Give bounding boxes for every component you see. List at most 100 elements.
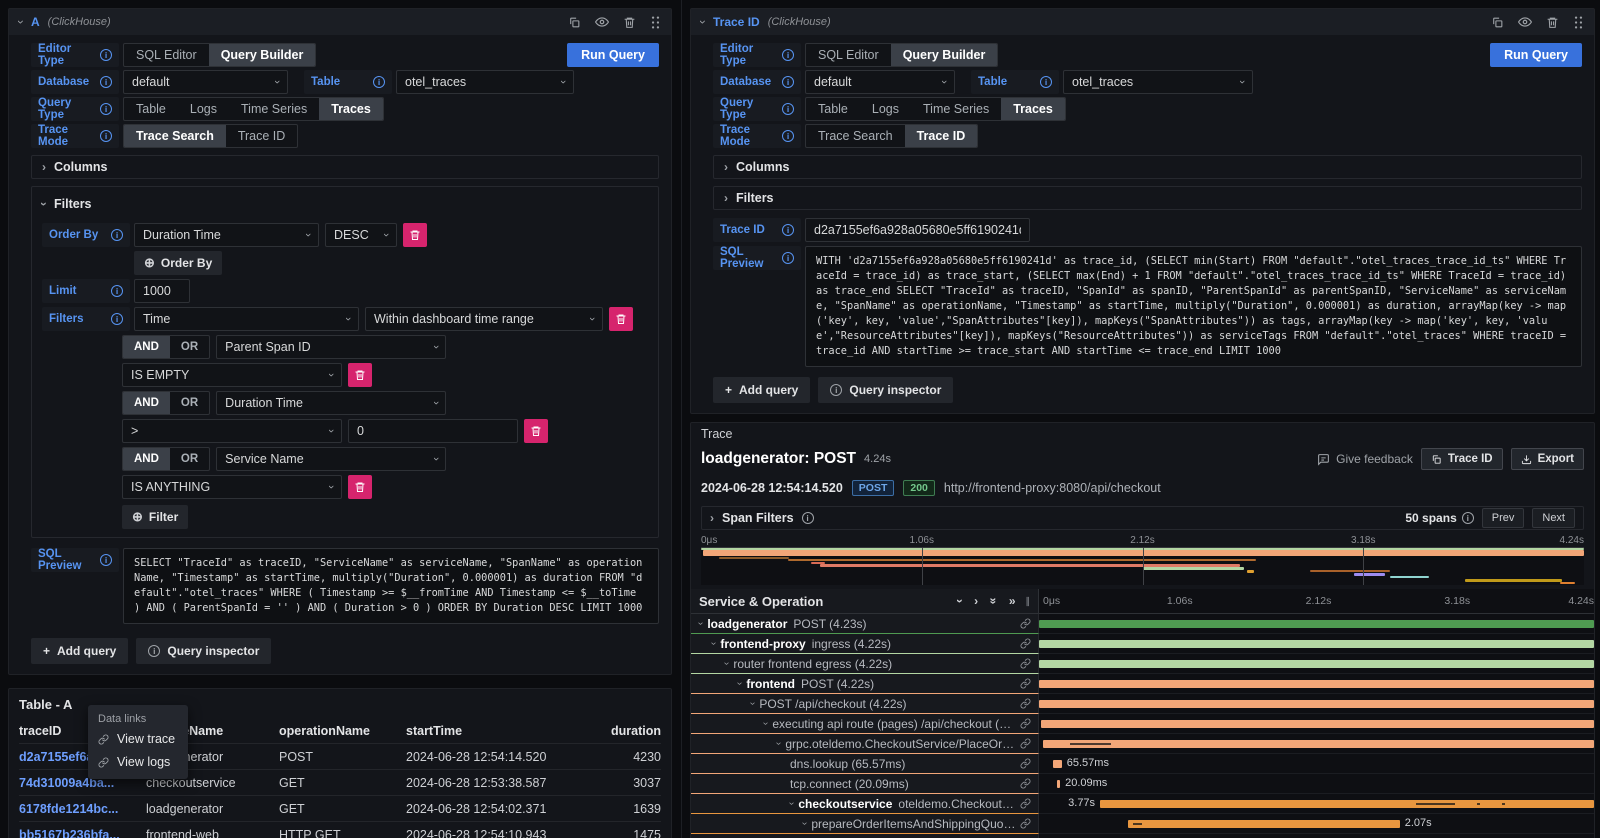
and-option[interactable]: AND bbox=[123, 448, 170, 470]
filter-time-field-select[interactable]: Time› bbox=[134, 307, 359, 331]
trash-icon[interactable] bbox=[623, 16, 636, 29]
span-bar[interactable] bbox=[1039, 640, 1594, 648]
drag-handle-icon[interactable] bbox=[1573, 16, 1584, 29]
chevron-down-icon[interactable]: › bbox=[773, 742, 784, 745]
column-resize-handle[interactable]: ∥ bbox=[1026, 596, 1031, 607]
span-bar-cell[interactable] bbox=[1039, 694, 1594, 714]
remove-filter-button[interactable] bbox=[524, 419, 548, 443]
filter-time-value-select[interactable]: Within dashboard time range› bbox=[365, 307, 603, 331]
span-bar[interactable] bbox=[1057, 780, 1060, 788]
minimap-canvas[interactable] bbox=[701, 547, 1584, 585]
data-link-item[interactable]: View logs bbox=[98, 755, 178, 769]
eye-icon[interactable] bbox=[1518, 15, 1532, 29]
span-link-icon[interactable] bbox=[1016, 758, 1038, 769]
span-bar-cell[interactable]: 65.57ms bbox=[1039, 754, 1594, 774]
trace-mode-search[interactable]: Trace Search bbox=[124, 125, 226, 147]
database-select[interactable]: default› bbox=[805, 70, 955, 94]
add-query-button[interactable]: +Add query bbox=[713, 377, 810, 403]
query-type-logs[interactable]: Logs bbox=[860, 98, 911, 120]
query-type-timeseries[interactable]: Time Series bbox=[911, 98, 1001, 120]
query-type-table[interactable]: Table bbox=[806, 98, 860, 120]
filter-operator-select[interactable]: >› bbox=[122, 419, 342, 443]
span-link-icon[interactable] bbox=[1016, 718, 1038, 729]
trace-minimap[interactable]: 0μs1.06s2.12s3.18s4.24s bbox=[701, 535, 1584, 585]
order-by-field-select[interactable]: Duration Time› bbox=[134, 223, 319, 247]
and-option[interactable]: AND bbox=[123, 336, 170, 358]
span-bar-cell[interactable]: 3.77s bbox=[1039, 794, 1594, 814]
span-name-cell[interactable]: ›router frontend egress (4.22s) bbox=[691, 654, 1039, 674]
span-bar-cell[interactable]: 2.07s bbox=[1039, 814, 1594, 834]
sql-editor-option[interactable]: SQL Editor bbox=[806, 44, 891, 66]
or-option[interactable]: OR bbox=[170, 392, 209, 414]
span-name-cell[interactable]: ›oteldemo.CartService/GetCart (23.22ms) bbox=[691, 834, 1039, 838]
query-type-timeseries[interactable]: Time Series bbox=[229, 98, 319, 120]
span-link-icon[interactable] bbox=[1016, 618, 1038, 629]
duplicate-icon[interactable] bbox=[1491, 16, 1504, 29]
chevron-down-icon[interactable]: › bbox=[799, 822, 810, 825]
span-name-cell[interactable]: ›grpc.oteldemo.CheckoutService/PlaceOrde… bbox=[691, 734, 1039, 754]
span-name-cell[interactable]: ›loadgeneratorPOST (4.23s) bbox=[691, 614, 1039, 634]
trace-id-button[interactable]: Trace ID bbox=[1421, 448, 1503, 470]
collapse-all-icon[interactable]: » bbox=[987, 598, 999, 605]
collapse-one-icon[interactable]: › bbox=[954, 599, 966, 603]
and-option[interactable]: AND bbox=[123, 392, 170, 414]
span-name-cell[interactable]: ›frontend-proxyingress (4.22s) bbox=[691, 634, 1039, 654]
span-link-icon[interactable] bbox=[1016, 698, 1038, 709]
drag-handle-icon[interactable] bbox=[650, 16, 661, 29]
trash-icon[interactable] bbox=[1546, 16, 1559, 29]
query-inspector-button[interactable]: iQuery inspector bbox=[818, 377, 953, 403]
span-bar[interactable] bbox=[1043, 740, 1594, 748]
span-bar-cell[interactable] bbox=[1039, 654, 1594, 674]
span-link-icon[interactable] bbox=[1016, 778, 1038, 789]
span-bar-cell[interactable] bbox=[1039, 734, 1594, 754]
query-type-traces[interactable]: Traces bbox=[319, 98, 383, 120]
table-select[interactable]: otel_traces› bbox=[396, 70, 574, 94]
database-select[interactable]: default› bbox=[123, 70, 288, 94]
sql-editor-option[interactable]: SQL Editor bbox=[124, 44, 209, 66]
trace-id-link[interactable]: 6178fde1214bc... bbox=[19, 802, 146, 816]
trace-mode-id[interactable]: Trace ID bbox=[905, 125, 978, 147]
query-type-traces[interactable]: Traces bbox=[1001, 98, 1065, 120]
span-bar-cell[interactable] bbox=[1039, 614, 1594, 634]
chevron-down-icon[interactable]: › bbox=[734, 682, 745, 685]
span-bar-cell[interactable] bbox=[1039, 714, 1594, 734]
span-name-cell[interactable]: ›frontendPOST (4.22s) bbox=[691, 674, 1039, 694]
filter-field-select[interactable]: Parent Span ID› bbox=[216, 335, 446, 359]
span-bar[interactable] bbox=[1039, 660, 1594, 668]
span-name-cell[interactable]: tcp.connect (20.09ms) bbox=[691, 774, 1039, 794]
trace-id-link[interactable]: bb5167b236bfa... bbox=[19, 828, 146, 838]
table-select[interactable]: otel_traces› bbox=[1063, 70, 1253, 94]
span-name-cell[interactable]: ›POST /api/checkout (4.22s) bbox=[691, 694, 1039, 714]
add-query-button[interactable]: +Add query bbox=[31, 638, 128, 664]
or-option[interactable]: OR bbox=[170, 448, 209, 470]
or-option[interactable]: OR bbox=[170, 336, 209, 358]
span-bar-cell[interactable] bbox=[1039, 674, 1594, 694]
span-link-icon[interactable] bbox=[1016, 798, 1038, 809]
run-query-button[interactable]: Run Query bbox=[567, 43, 659, 67]
query-inspector-button[interactable]: iQuery inspector bbox=[136, 638, 271, 664]
span-name-cell[interactable]: dns.lookup (65.57ms) bbox=[691, 754, 1039, 774]
query-builder-option[interactable]: Query Builder bbox=[891, 44, 998, 66]
query-panel-a-header[interactable]: › A (ClickHouse) bbox=[9, 9, 671, 35]
filters-section-toggle[interactable]: ›Filters bbox=[713, 186, 1582, 210]
chevron-down-icon[interactable]: › bbox=[760, 722, 771, 725]
span-bar[interactable] bbox=[1053, 760, 1062, 768]
give-feedback-link[interactable]: Give feedback bbox=[1317, 452, 1413, 466]
filters-section-toggle[interactable]: ›Filters bbox=[42, 193, 648, 215]
filter-field-select[interactable]: Service Name› bbox=[216, 447, 446, 471]
span-bar-cell[interactable]: 20.09ms bbox=[1039, 774, 1594, 794]
span-bar[interactable] bbox=[1100, 800, 1594, 808]
span-bar-cell[interactable]: 23.22ms bbox=[1039, 834, 1594, 838]
chevron-down-icon[interactable]: › bbox=[747, 702, 758, 705]
trace-mode-id[interactable]: Trace ID bbox=[226, 125, 297, 147]
filter-value-input[interactable] bbox=[348, 419, 518, 443]
query-type-logs[interactable]: Logs bbox=[178, 98, 229, 120]
columns-section-toggle[interactable]: ›Columns bbox=[713, 155, 1582, 179]
limit-input[interactable] bbox=[134, 279, 190, 303]
remove-filter-button[interactable] bbox=[348, 475, 372, 499]
span-link-icon[interactable] bbox=[1016, 658, 1038, 669]
order-by-direction-select[interactable]: DESC› bbox=[325, 223, 397, 247]
span-bar[interactable] bbox=[1039, 700, 1594, 708]
trace-mode-search[interactable]: Trace Search bbox=[806, 125, 905, 147]
filter-operator-select[interactable]: IS ANYTHING› bbox=[122, 475, 342, 499]
